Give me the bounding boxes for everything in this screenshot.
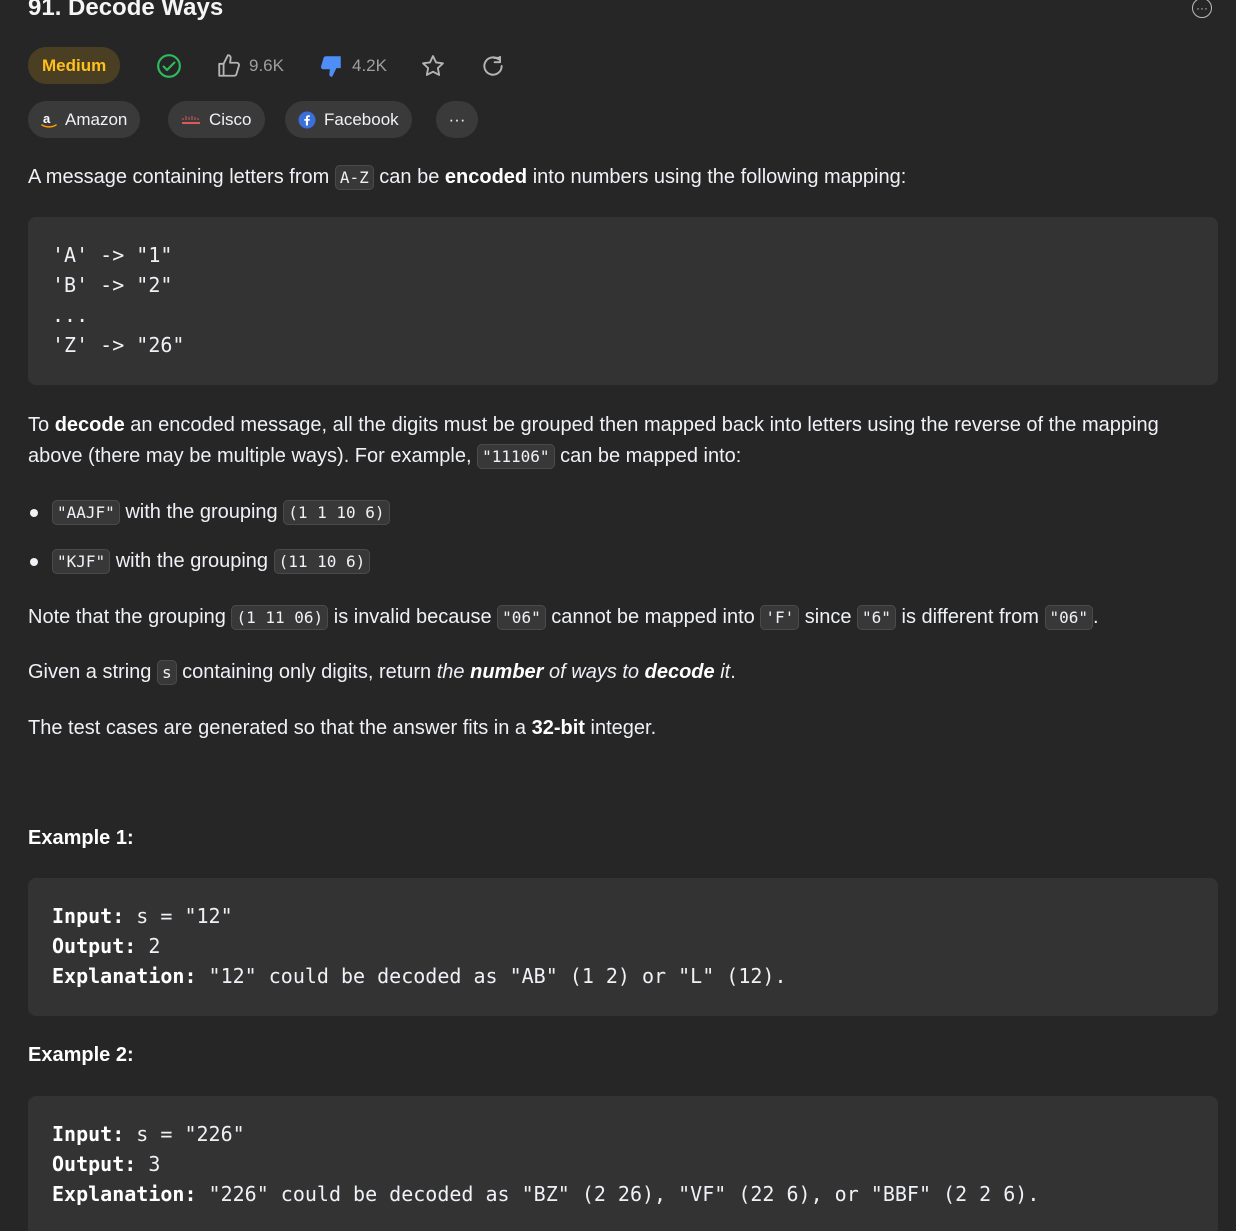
description-note: Note that the grouping (1 11 06) is inva… bbox=[28, 602, 1218, 633]
italic-text: of ways to bbox=[543, 661, 645, 683]
text: is different from bbox=[895, 606, 1045, 628]
description-task: Given a string s containing only digits,… bbox=[28, 657, 1218, 688]
bullet-dot bbox=[30, 509, 38, 517]
more-options-icon[interactable]: ··· bbox=[1192, 0, 1212, 18]
bold-italic-text: number bbox=[470, 661, 544, 683]
more-tags-button[interactable]: ··· bbox=[436, 101, 478, 138]
text: A message containing letters from bbox=[28, 166, 335, 188]
more-tags-label: ··· bbox=[448, 110, 466, 129]
example-output: Output: 2 bbox=[52, 931, 1194, 961]
input-value: s = "226" bbox=[124, 1122, 245, 1146]
description-constraint: The test cases are generated so that the… bbox=[28, 713, 1218, 744]
tag-label: Cisco bbox=[209, 110, 252, 129]
bold-text: 32-bit bbox=[531, 717, 585, 739]
example-title: Example 1: bbox=[28, 827, 134, 849]
tag-label: Amazon bbox=[65, 110, 128, 129]
inline-code: 'F' bbox=[760, 605, 800, 630]
solved-check-icon bbox=[157, 54, 181, 78]
example-input: Input: s = "226" bbox=[52, 1119, 1194, 1149]
text: can be mapped into: bbox=[554, 445, 742, 467]
text: is invalid because bbox=[328, 606, 498, 628]
like-count: 9.6K bbox=[249, 56, 284, 75]
text: integer. bbox=[584, 717, 657, 739]
company-tags: a Amazon Cisco Facebook ··· bbox=[28, 101, 1218, 138]
example-block: Input: s = "226" Output: 3 Explanation: "2… bbox=[28, 1096, 1218, 1231]
difficulty-badge: Medium bbox=[28, 47, 121, 84]
example-output: Output: 3 bbox=[52, 1149, 1194, 1179]
share-icon[interactable] bbox=[480, 53, 506, 79]
explanation-value: "12" could be decoded as "AB" (1 2) or "… bbox=[196, 964, 787, 988]
inline-code: (1 1 10 6) bbox=[283, 500, 390, 525]
dislike-icon[interactable] bbox=[318, 53, 344, 79]
text: . bbox=[730, 661, 736, 683]
input-label: Input: bbox=[52, 1122, 125, 1146]
explanation-label: Explanation: bbox=[52, 964, 197, 988]
text: . bbox=[1093, 606, 1099, 628]
inline-code: "AAJF" bbox=[52, 500, 120, 525]
mapping-line: 'A' -> "1" bbox=[52, 243, 173, 267]
inline-code: s bbox=[156, 660, 177, 685]
meta-row: Medium 9.6K 4.2K bbox=[28, 47, 1218, 84]
mapping-line: ... bbox=[52, 303, 89, 327]
inline-code: "6" bbox=[857, 605, 896, 630]
italic-text: the bbox=[436, 661, 471, 683]
text: with the grouping bbox=[119, 501, 284, 523]
output-value: 2 bbox=[136, 934, 161, 958]
input-label: Input: bbox=[52, 904, 125, 928]
text: The test cases are generated so that the… bbox=[28, 717, 532, 739]
tag-cisco[interactable]: Cisco bbox=[168, 101, 265, 138]
inline-code: "06" bbox=[1044, 605, 1094, 630]
bold-text: encoded bbox=[444, 166, 528, 188]
description-decode: To decode an encoded message, all the di… bbox=[28, 410, 1218, 472]
output-label: Output: bbox=[52, 1152, 137, 1176]
text: since bbox=[799, 606, 858, 628]
explanation-value: "226" could be decoded as "BZ" (2 26), "… bbox=[196, 1182, 1040, 1206]
text: containing only digits, return bbox=[176, 661, 437, 683]
text: into numbers using the following mapping… bbox=[527, 166, 907, 188]
input-value: s = "12" bbox=[124, 904, 233, 928]
explanation-label: Explanation: bbox=[52, 1182, 197, 1206]
italic-text: it bbox=[714, 661, 731, 683]
tag-amazon[interactable]: a Amazon bbox=[28, 101, 141, 138]
inline-code: (1 11 06) bbox=[231, 605, 329, 630]
example-explanation: Explanation: "12" could be decoded as "A… bbox=[52, 961, 1194, 991]
text: with the grouping bbox=[110, 550, 274, 572]
mapping-code-block: 'A' -> "1" 'B' -> "2"... 'Z' -> "26" bbox=[28, 217, 1218, 385]
inline-code: "11106" bbox=[477, 444, 555, 469]
inline-code: A-Z bbox=[334, 165, 374, 190]
facebook-icon bbox=[298, 111, 316, 129]
text: Given a string bbox=[28, 661, 157, 683]
svg-text:a: a bbox=[43, 111, 51, 126]
dislike-count: 4.2K bbox=[352, 56, 387, 75]
description-intro: A message containing letters from A-Z ca… bbox=[28, 162, 1218, 193]
like-icon[interactable] bbox=[216, 53, 242, 79]
tag-label: Facebook bbox=[324, 110, 399, 129]
amazon-icon: a bbox=[41, 111, 57, 129]
inline-code: "KJF" bbox=[52, 549, 111, 574]
example-input: Input: s = "12" bbox=[52, 901, 1194, 931]
example-explanation: Explanation: "226" could be decoded as "… bbox=[52, 1179, 1194, 1209]
problem-title[interactable]: 91. Decode Ways bbox=[28, 0, 223, 26]
bold-text: decode bbox=[54, 414, 125, 436]
mapping-line: 'B' -> "2" bbox=[52, 273, 173, 297]
mapping-line: 'Z' -> "26" bbox=[52, 333, 185, 357]
text: Note that the grouping bbox=[28, 606, 232, 628]
title-row: 91. Decode Ways ··· bbox=[28, 0, 1218, 26]
example-title: Example 2: bbox=[28, 1044, 134, 1066]
text: cannot be mapped into bbox=[545, 606, 761, 628]
output-value: 3 bbox=[136, 1152, 161, 1176]
output-label: Output: bbox=[52, 934, 137, 958]
cisco-icon bbox=[181, 114, 201, 126]
text: can be bbox=[373, 166, 445, 188]
inline-code: (11 10 6) bbox=[273, 549, 371, 574]
star-icon[interactable] bbox=[420, 53, 446, 79]
bullet-dot bbox=[30, 558, 38, 566]
tag-facebook[interactable]: Facebook bbox=[285, 101, 412, 138]
bold-italic-text: decode bbox=[644, 661, 715, 683]
example-block: Input: s = "12" Output: 2 Explanation: "12… bbox=[28, 878, 1218, 1016]
text: To bbox=[28, 414, 55, 436]
inline-code: "06" bbox=[497, 605, 546, 630]
